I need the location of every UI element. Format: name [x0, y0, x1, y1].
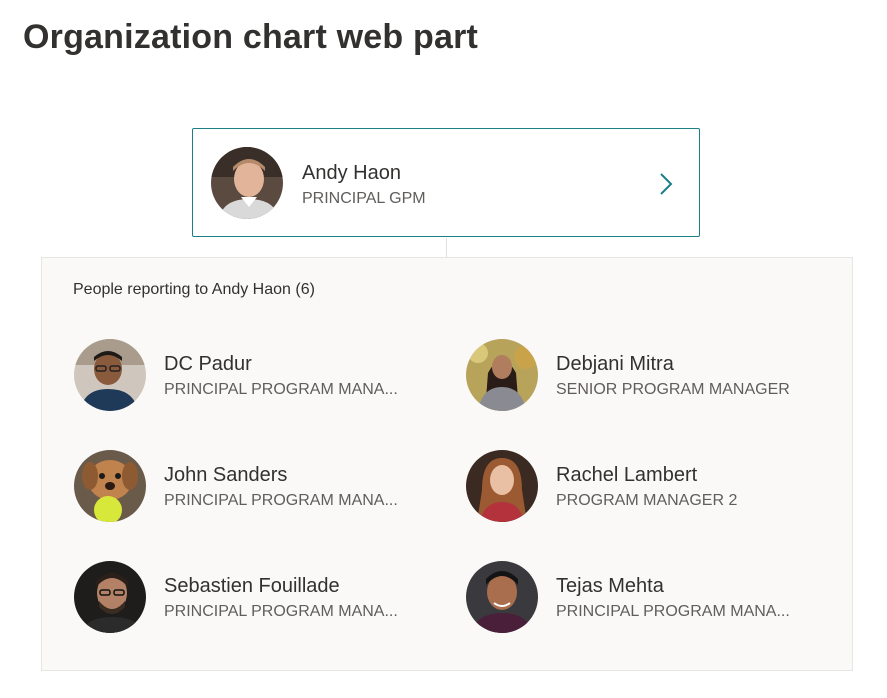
person-avatar	[466, 339, 538, 411]
person-avatar	[74, 450, 146, 522]
report-item-rachel-lambert[interactable]: Rachel Lambert PROGRAM MANAGER 2	[466, 450, 836, 526]
person-title: PROGRAM MANAGER 2	[556, 492, 738, 509]
org-chart-page: Organization chart web part Andy Haon PR…	[0, 0, 887, 698]
person-avatar	[466, 561, 538, 633]
person-name: Sebastien Fouillade	[164, 575, 340, 597]
chevron-right-icon[interactable]	[659, 172, 673, 196]
manager-name: Andy Haon	[302, 162, 401, 184]
person-title: SENIOR PROGRAM MANAGER	[556, 381, 790, 398]
person-title: PRINCIPAL PROGRAM MANA...	[164, 492, 398, 509]
report-item-debjani-mitra[interactable]: Debjani Mitra SENIOR PROGRAM MANAGER	[466, 339, 836, 415]
person-name: John Sanders	[164, 464, 288, 486]
report-item-dc-padur[interactable]: DC Padur PRINCIPAL PROGRAM MANA...	[74, 339, 444, 415]
person-name: Debjani Mitra	[556, 353, 674, 375]
manager-title: PRINCIPAL GPM	[302, 190, 426, 207]
person-avatar	[74, 561, 146, 633]
person-title: PRINCIPAL PROGRAM MANA...	[164, 603, 398, 620]
person-name: Tejas Mehta	[556, 575, 664, 597]
direct-reports-panel: People reporting to Andy Haon (6) DC Pad…	[41, 257, 853, 671]
person-name: DC Padur	[164, 353, 252, 375]
direct-reports-heading: People reporting to Andy Haon (6)	[73, 281, 315, 298]
person-avatar	[466, 450, 538, 522]
manager-card[interactable]: Andy Haon PRINCIPAL GPM	[192, 128, 700, 237]
org-connector-line	[446, 238, 447, 257]
person-name: Rachel Lambert	[556, 464, 698, 486]
report-item-sebastien-fouillade[interactable]: Sebastien Fouillade PRINCIPAL PROGRAM MA…	[74, 561, 444, 637]
person-title: PRINCIPAL PROGRAM MANA...	[164, 381, 398, 398]
person-avatar	[74, 339, 146, 411]
report-item-tejas-mehta[interactable]: Tejas Mehta PRINCIPAL PROGRAM MANA...	[466, 561, 836, 637]
report-item-john-sanders[interactable]: John Sanders PRINCIPAL PROGRAM MANA...	[74, 450, 444, 526]
page-title: Organization chart web part	[23, 18, 479, 56]
person-title: PRINCIPAL PROGRAM MANA...	[556, 603, 790, 620]
manager-avatar	[211, 147, 283, 219]
